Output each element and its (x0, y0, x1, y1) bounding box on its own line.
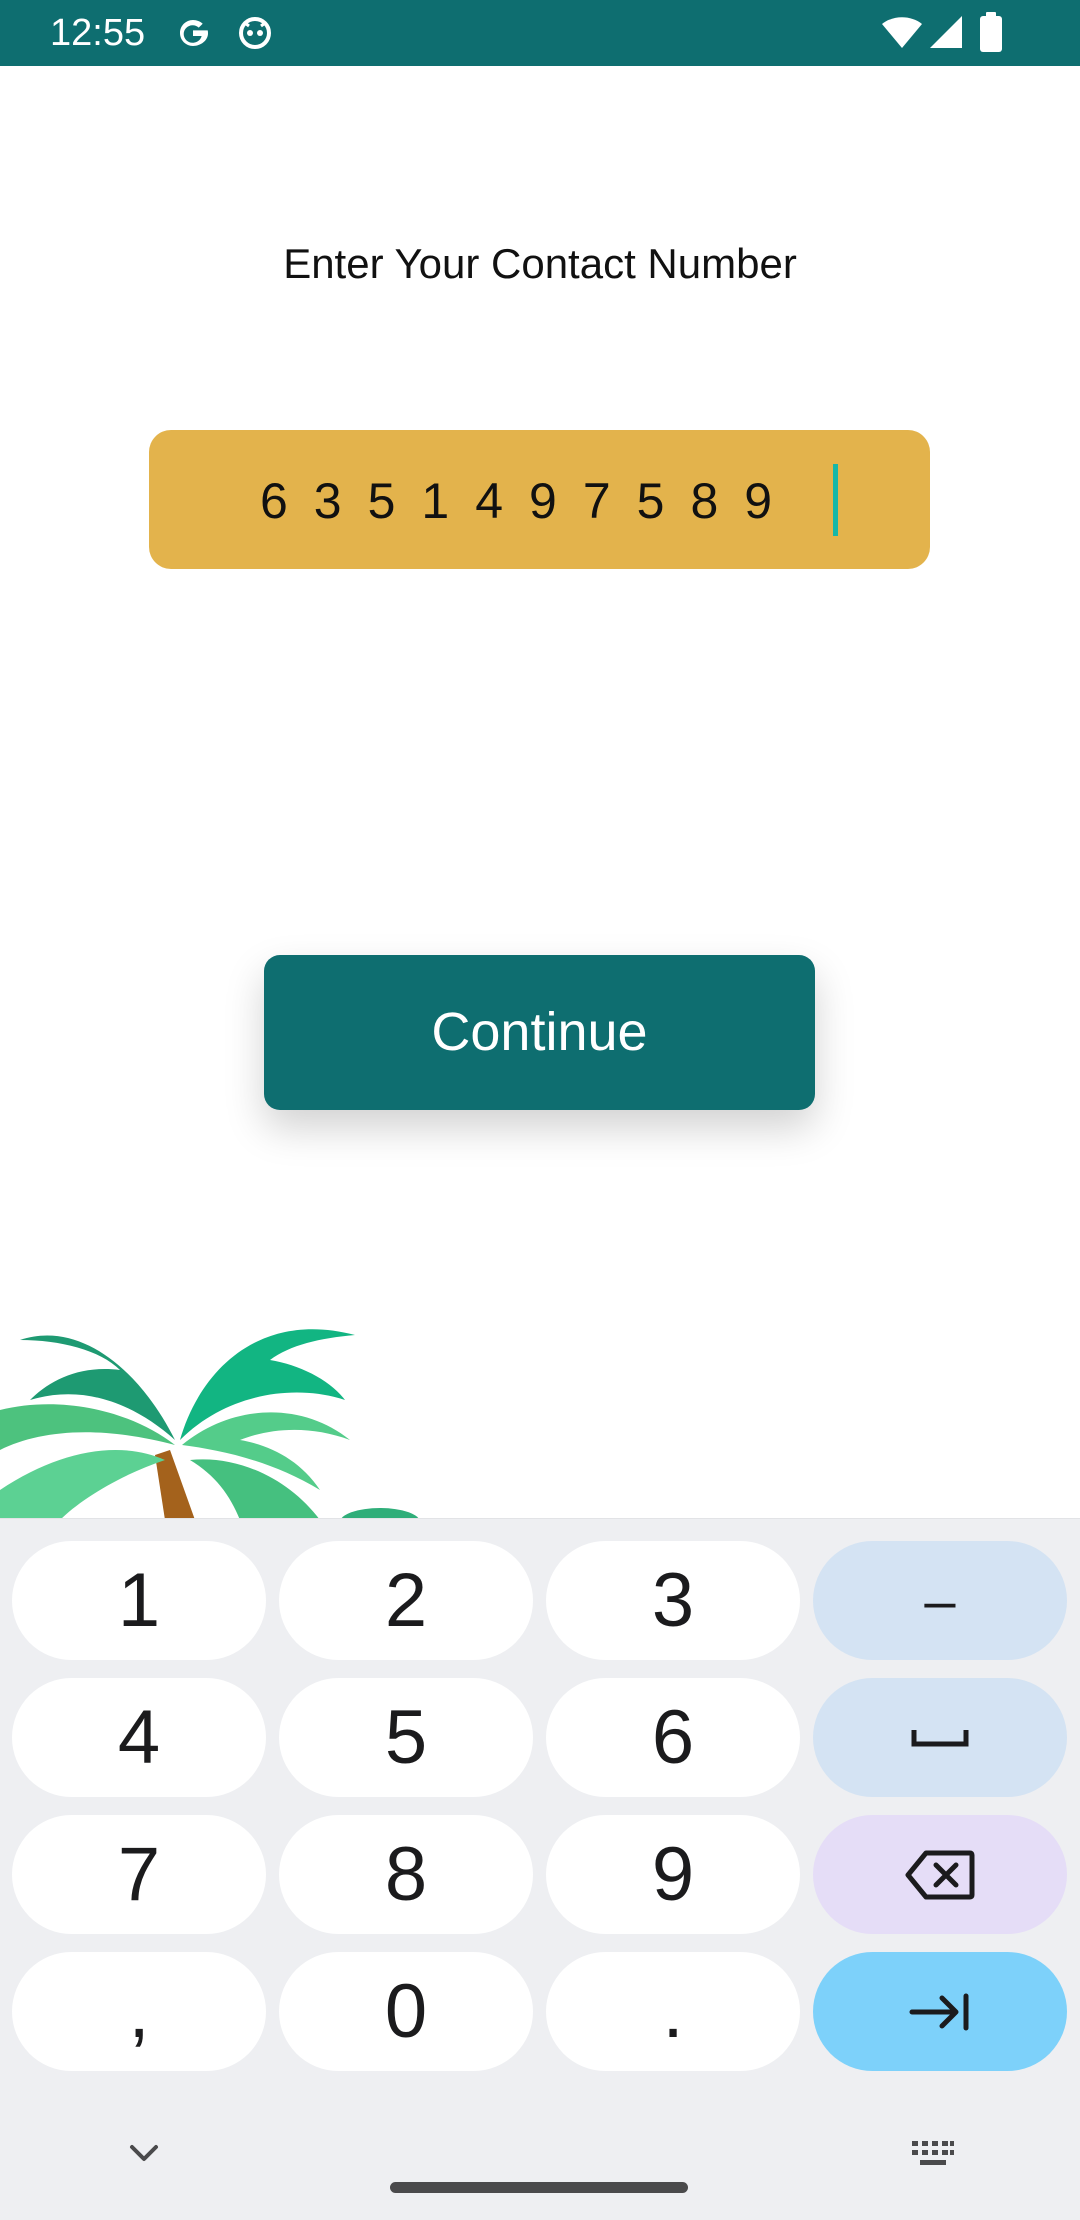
google-icon (180, 20, 208, 46)
signal-icon (930, 16, 962, 48)
key-space[interactable] (813, 1678, 1067, 1797)
palm-tree-illustration (0, 1329, 420, 1520)
status-bar: 12:55 (0, 0, 1080, 66)
android-head-icon (239, 17, 271, 49)
chevron-down-icon[interactable] (126, 2141, 162, 2165)
key-period[interactable]: . (546, 1952, 800, 2071)
keyboard-switch-icon[interactable] (910, 2139, 956, 2169)
app-screen: 12:55 Enter Your Contact Number 63514975 (0, 0, 1080, 2220)
key-4[interactable]: 4 (12, 1678, 266, 1797)
contact-number-value: 6351497589 (260, 473, 799, 529)
tab-next-icon (909, 1993, 969, 2030)
continue-button[interactable]: Continue (264, 955, 815, 1110)
key-7[interactable]: 7 (12, 1815, 266, 1934)
contact-number-input[interactable]: 6351497589 (149, 430, 930, 569)
status-time: 12:55 (50, 12, 146, 54)
key-0[interactable]: 0 (279, 1952, 533, 2071)
key-8[interactable]: 8 (279, 1815, 533, 1934)
wifi-icon (882, 17, 922, 48)
key-1[interactable]: 1 (12, 1541, 266, 1660)
space-icon (911, 1729, 969, 1746)
text-cursor (833, 464, 838, 536)
numeric-keyboard: 1 2 3 – 4 5 6 7 8 9 , 0 . (0, 1518, 1080, 2220)
gesture-navigation-handle[interactable] (390, 2182, 688, 2193)
key-dash[interactable]: – (813, 1541, 1067, 1660)
key-9[interactable]: 9 (546, 1815, 800, 1934)
key-backspace[interactable] (813, 1815, 1067, 1934)
key-2[interactable]: 2 (279, 1541, 533, 1660)
key-next[interactable] (813, 1952, 1067, 2071)
page-title: Enter Your Contact Number (283, 240, 797, 287)
key-6[interactable]: 6 (546, 1678, 800, 1797)
key-comma[interactable]: , (12, 1952, 266, 2071)
key-3[interactable]: 3 (546, 1541, 800, 1660)
battery-icon (980, 12, 1002, 52)
backspace-icon (905, 1850, 975, 1899)
key-5[interactable]: 5 (279, 1678, 533, 1797)
